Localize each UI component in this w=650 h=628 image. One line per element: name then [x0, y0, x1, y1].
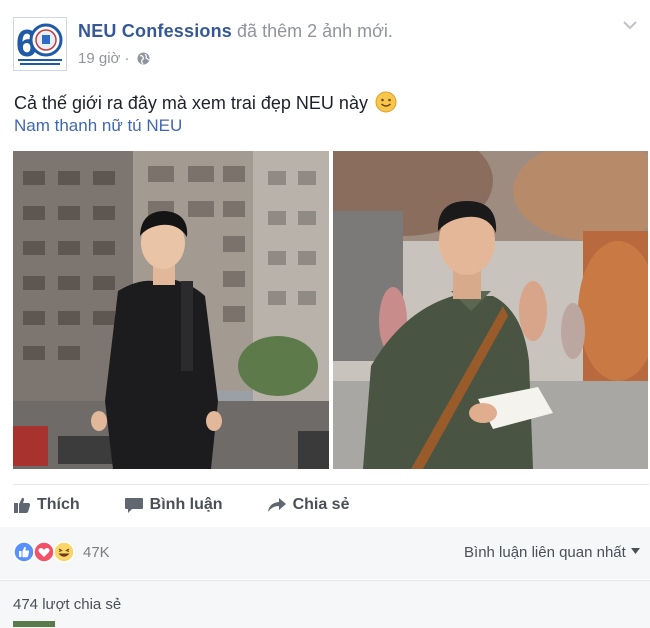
love-reaction-icon: [33, 541, 55, 563]
thumbs-up-icon: [14, 497, 31, 513]
share-label: Chia sẻ: [292, 496, 350, 513]
comment-sort-dropdown[interactable]: Bình luận liên quan nhất: [464, 544, 640, 561]
reaction-icons[interactable]: [13, 541, 79, 563]
share-button[interactable]: Chia sẻ: [267, 496, 350, 514]
comment-label: Bình luận: [149, 496, 223, 513]
post-actions: Thích Bình luận Chia sẻ: [13, 488, 393, 522]
share-count-link[interactable]: 474 lượt chia sẻ: [13, 596, 121, 613]
comment-button[interactable]: Bình luận: [124, 496, 223, 514]
man-in-black-suit-image: [13, 151, 329, 469]
reactions-bar: 47K Bình luận liên quan nhất: [0, 527, 650, 579]
facebook-post: 6 NEU Confessions đã thêm 2 ảnh mới. 19 …: [0, 0, 650, 628]
page-avatar[interactable]: 6: [13, 17, 67, 71]
like-label: Thích: [37, 496, 80, 513]
smiling-face-emoji-icon: [375, 91, 397, 118]
meta-separator: ·: [124, 50, 134, 67]
reaction-count[interactable]: 47K: [83, 544, 110, 561]
comment-sort-label: Bình luận liên quan nhất: [464, 544, 626, 561]
man-in-olive-polo-image: [333, 151, 648, 469]
share-arrow-icon: [267, 498, 286, 512]
like-reaction-icon: [13, 541, 35, 563]
post-menu-chevron-icon[interactable]: [622, 18, 638, 30]
hashtag-link[interactable]: Nam thanh nữ tú NEU: [14, 116, 182, 136]
neu-60-logo-icon: 6: [14, 18, 66, 70]
post-message: Cả thế giới ra đây mà xem trai đẹp NEU n…: [14, 91, 397, 118]
like-button[interactable]: Thích: [13, 496, 80, 514]
globe-icon[interactable]: [137, 52, 150, 69]
post-timestamp[interactable]: 19 giờ: [78, 50, 120, 67]
haha-reaction-icon: [53, 541, 75, 563]
shares-bar: 474 lượt chia sẻ: [0, 580, 650, 628]
comment-bubble-icon: [124, 498, 143, 513]
post-action-text: đã thêm 2 ảnh mới.: [237, 21, 393, 41]
comment-avatar-thumbnail: [13, 621, 55, 627]
page-name-link[interactable]: NEU Confessions: [78, 21, 232, 41]
divider-top: [13, 484, 649, 485]
post-meta: 19 giờ ·: [78, 50, 150, 69]
post-photo-1[interactable]: [13, 151, 329, 469]
caret-down-icon: [631, 548, 640, 554]
post-photo-2[interactable]: [333, 151, 648, 469]
post-message-text: Cả thế giới ra đây mà xem trai đẹp NEU n…: [14, 93, 368, 113]
post-header: NEU Confessions đã thêm 2 ảnh mới.: [78, 21, 393, 42]
